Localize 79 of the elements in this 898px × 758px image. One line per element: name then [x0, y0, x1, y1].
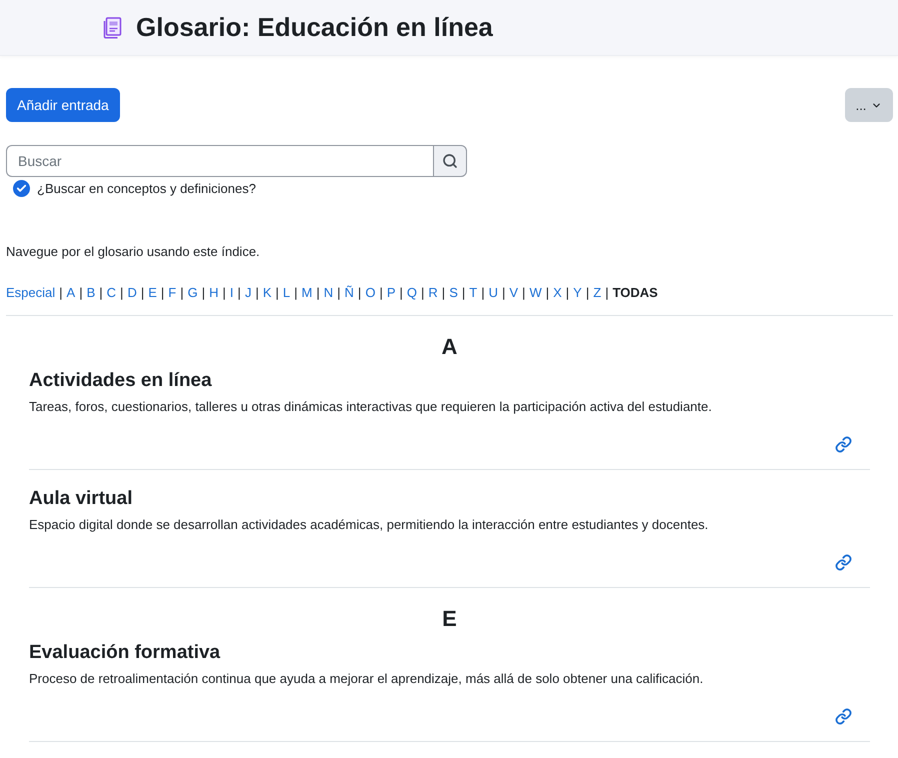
- page-title: Glosario: Educación en línea: [136, 12, 493, 43]
- separator-text: |: [420, 284, 426, 302]
- separator-text: |: [236, 284, 242, 302]
- book-icon: [102, 16, 122, 38]
- link-icon[interactable]: [835, 554, 852, 571]
- index-letter-link[interactable]: Ñ: [344, 284, 354, 302]
- separator-text: |: [274, 284, 280, 302]
- index-letter-link[interactable]: C: [106, 284, 116, 302]
- current-index-letter[interactable]: TODAS: [612, 284, 658, 302]
- separator-text: |: [544, 284, 550, 302]
- entry-definition: Espacio digital donde se desarrollan actividades académicas, permitiendo la interacción entre estudiantes y docentes.: [29, 516, 710, 534]
- index-letter-link[interactable]: I: [230, 284, 234, 302]
- separator-text: |: [160, 284, 166, 302]
- separator-text: |: [78, 284, 84, 302]
- link-icon[interactable]: [835, 436, 852, 453]
- entry-definition: Tareas, foros, cuestionarios, talleres u otras dinámicas interactivas que requieren la participación activa del estudiante.: [29, 398, 713, 416]
- separator-text: |: [336, 284, 342, 302]
- separator-text: |: [440, 284, 446, 302]
- letter-heading: E: [441, 605, 458, 633]
- index-letter-link[interactable]: H: [209, 284, 219, 302]
- separator-text: |: [315, 284, 321, 302]
- index-letter-link[interactable]: D: [127, 284, 137, 302]
- separator-text: |: [140, 284, 146, 302]
- separator-text: |: [584, 284, 590, 302]
- more-actions-button[interactable]: ...: [845, 88, 893, 122]
- separator-text: |: [254, 284, 260, 302]
- index-letter-link[interactable]: Z: [593, 284, 602, 302]
- checkbox-label: ¿Buscar en conceptos y definiciones?: [37, 181, 256, 196]
- index-letter-link[interactable]: K: [262, 284, 272, 302]
- index-letter-link[interactable]: V: [509, 284, 518, 302]
- entry-title: Aula virtual: [29, 487, 134, 511]
- index-letter-link[interactable]: Q: [406, 284, 418, 302]
- separator-text: |: [500, 284, 506, 302]
- separator-text: |: [378, 284, 384, 302]
- index-letter-link[interactable]: X: [553, 284, 562, 302]
- index-letter-link[interactable]: N: [324, 284, 334, 302]
- index-letter-link[interactable]: M: [302, 284, 312, 302]
- index-letter-link[interactable]: G: [188, 284, 198, 302]
- entry-definition: Proceso de retroalimentación continua que ayuda a mejorar el aprendizaje, más allá de solo obtener una calificación.: [29, 670, 704, 688]
- check-icon: [16, 183, 27, 194]
- index-letter-link[interactable]: Y: [573, 284, 582, 302]
- separator-text: |: [119, 284, 124, 302]
- index-letter-link[interactable]: S: [449, 284, 458, 302]
- index-letter-link[interactable]: T: [469, 284, 478, 302]
- separator-text: |: [398, 284, 404, 302]
- index-letter-link[interactable]: B: [86, 284, 96, 302]
- separator-text: |: [98, 284, 104, 302]
- letter-heading: A: [440, 333, 458, 361]
- index-letter-link[interactable]: A: [66, 284, 76, 302]
- index-letter-link[interactable]: W: [529, 284, 542, 302]
- link-icon[interactable]: [835, 708, 852, 725]
- entry-title: Evaluación formativa: [29, 641, 222, 665]
- index-letter-link[interactable]: E: [148, 284, 157, 302]
- index-letter-link[interactable]: O: [365, 284, 376, 302]
- separator-text: |: [179, 284, 185, 302]
- checkbox[interactable]: [13, 180, 30, 197]
- separator-text: |: [480, 284, 486, 302]
- index-letter-link[interactable]: U: [488, 284, 498, 302]
- separator-text: |: [356, 284, 362, 302]
- index-letter-link[interactable]: F: [168, 284, 176, 302]
- search-field[interactable]: Buscar: [6, 145, 433, 177]
- separator-text: |: [58, 284, 64, 302]
- separator-text: |: [293, 284, 299, 302]
- search-icon: [442, 153, 458, 169]
- separator-text: |: [521, 284, 526, 302]
- index-letter-link[interactable]: J: [244, 284, 252, 302]
- add-entry-button[interactable]: Añadir entrada: [6, 88, 120, 122]
- index-intro-text: Navegue por el glosario usando este índice.: [6, 243, 261, 261]
- entry-title: Actividades en línea: [29, 369, 213, 393]
- index-letter-link[interactable]: R: [428, 284, 438, 302]
- index-letter-link[interactable]: L: [282, 284, 290, 302]
- separator-text: |: [604, 284, 610, 302]
- separator-text: |: [200, 284, 206, 302]
- separator-text: |: [460, 284, 466, 302]
- index-letter-link[interactable]: P: [386, 284, 396, 302]
- index-letter-link[interactable]: Especial: [6, 284, 56, 302]
- separator-text: |: [564, 284, 570, 302]
- separator-text: |: [222, 284, 227, 302]
- search-button[interactable]: [433, 145, 467, 177]
